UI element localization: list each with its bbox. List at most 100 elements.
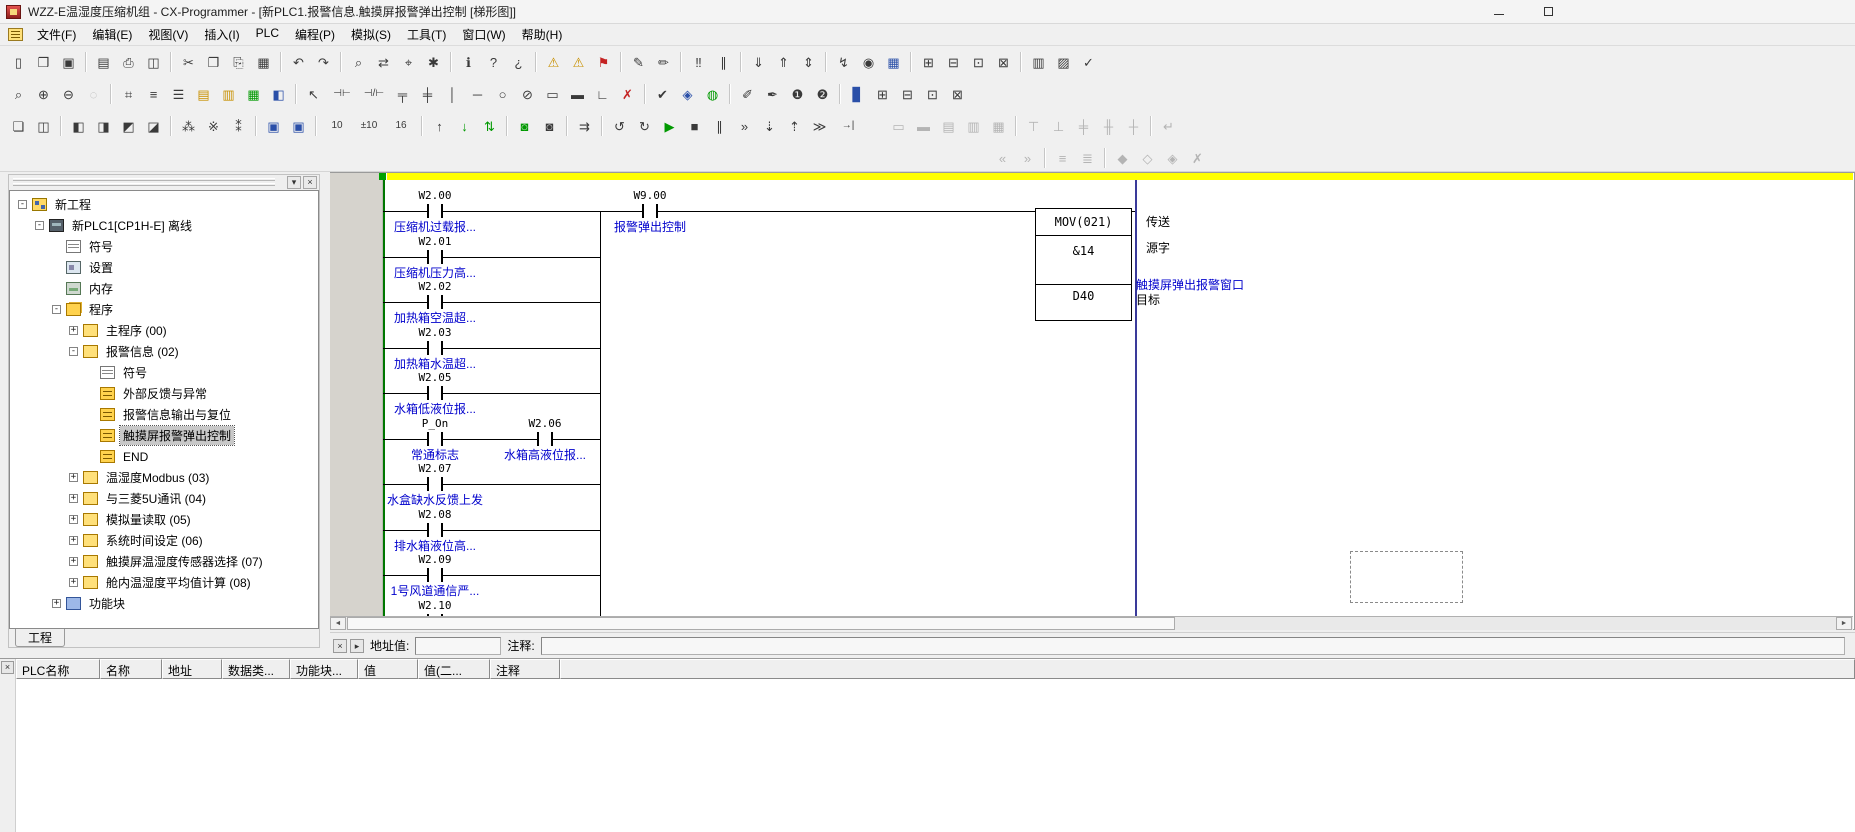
toggle-rung-annotations-button[interactable]: ☰ [166, 82, 191, 106]
contact-comment[interactable]: 水箱低液位报... [360, 400, 510, 417]
vertical-line-button[interactable]: │ [440, 82, 465, 106]
undo-button[interactable]: ↶ [286, 50, 311, 74]
paste-button[interactable]: ⎘ [226, 50, 251, 74]
help-topics-button[interactable]: ? [481, 50, 506, 74]
scroll-right-button[interactable]: ► [1836, 617, 1852, 630]
tree-item[interactable]: 触摸屏报警弹出控制 [10, 425, 318, 446]
tree-item[interactable]: +系统时间设定 (06) [10, 530, 318, 551]
program-check-button[interactable]: ✔ [650, 82, 675, 106]
edit-symbols-button[interactable]: ✒ [760, 82, 785, 106]
zoom-button[interactable]: ⌕ [6, 82, 31, 106]
horizontal-line-button[interactable]: ─ [465, 82, 490, 106]
maximize-button[interactable] [1532, 1, 1564, 23]
watch-column-header[interactable]: 地址 [162, 659, 222, 679]
show-project-tree-button[interactable]: ◧ [66, 114, 91, 138]
page-setup-button[interactable]: ▤ [91, 50, 116, 74]
insert-row-button[interactable]: ▤ [936, 114, 961, 138]
zoom-fit-button[interactable]: ◌ [81, 82, 106, 106]
print-button[interactable]: ⎙ [116, 50, 141, 74]
zoom-out-button[interactable]: ⊖ [56, 82, 81, 106]
menu-item[interactable]: 视图(V) [140, 24, 196, 45]
expand-icon[interactable]: + [69, 578, 78, 587]
zoom-in-button[interactable]: ⊕ [31, 82, 56, 106]
remove-bends-button[interactable]: ✗ [1185, 146, 1210, 170]
expand-icon[interactable]: + [69, 326, 78, 335]
online-edit-send-button[interactable]: ◍ [700, 82, 725, 106]
tree-item[interactable]: +舱内温湿度平均值计算 (08) [10, 572, 318, 593]
sim-step-button[interactable]: » [732, 114, 757, 138]
collapse-icon[interactable]: - [35, 221, 44, 230]
contact-address[interactable]: W9.00 [590, 189, 710, 202]
display-signed-decimal-button[interactable]: ±10 [353, 114, 385, 138]
window-view-button[interactable]: ◧ [266, 82, 291, 106]
outdent-rung-button[interactable]: » [1015, 146, 1040, 170]
watch-window-grip[interactable]: × [0, 659, 16, 832]
new-coil-button[interactable]: ○ [490, 82, 515, 106]
expand-icon[interactable]: + [69, 515, 78, 524]
contact-address[interactable]: W2.10 [375, 599, 495, 612]
menu-item[interactable]: 插入(I) [196, 24, 247, 45]
watch-grid-4-button[interactable]: ⊠ [945, 82, 970, 106]
watch-grid-2-button[interactable]: ⊟ [895, 82, 920, 106]
show-address-ref-button[interactable]: ◪ [141, 114, 166, 138]
rung-cursor-bar[interactable] [387, 173, 1853, 180]
clear-warnings-button[interactable]: ⚠ [566, 50, 591, 74]
new-instruction-button[interactable]: ▭ [540, 82, 565, 106]
show-watch-button[interactable]: ◩ [116, 114, 141, 138]
force-cancel-button[interactable]: ⇅ [477, 114, 502, 138]
tree-item[interactable]: 设置 [10, 257, 318, 278]
ladder-horizontal-scrollbar[interactable]: ◄ ► [330, 616, 1853, 630]
redo-button[interactable]: ↷ [311, 50, 336, 74]
delete-tool-button[interactable]: ✗ [615, 82, 640, 106]
contact-comment[interactable]: 压缩机压力高... [360, 264, 510, 281]
cut-button[interactable]: ✂ [176, 50, 201, 74]
new-or-closed-contact-button[interactable]: ╪ [415, 82, 440, 106]
show-warnings-button[interactable]: ⚠ [541, 50, 566, 74]
copy-button[interactable]: ❐ [201, 50, 226, 74]
new-closed-coil-button[interactable]: ⊘ [515, 82, 540, 106]
pointer-mode-button[interactable]: ◆ [1110, 146, 1135, 170]
align-instructions-button[interactable]: ≣ [1075, 146, 1100, 170]
scroll-left-button[interactable]: ◄ [330, 617, 346, 630]
new-or-contact-button[interactable]: ╤ [390, 82, 415, 106]
open-button[interactable]: ❒ [31, 50, 56, 74]
sim-step-out-button[interactable]: ⇡ [782, 114, 807, 138]
tree-item[interactable]: +功能块 [10, 593, 318, 614]
tree-item[interactable]: END [10, 446, 318, 467]
instruction-block[interactable]: MOV(021) &14 D40 [1035, 208, 1132, 321]
collapse-icon[interactable]: - [18, 200, 27, 209]
insert-rung-button[interactable]: ▭ [886, 114, 911, 138]
panel-grip[interactable]: ▾ × [9, 175, 319, 190]
bend-mode-2-button[interactable]: ◈ [1160, 146, 1185, 170]
tree-item[interactable]: 内存 [10, 278, 318, 299]
sim-run-to-cursor-button[interactable]: →| [832, 114, 864, 138]
watch-column-header[interactable]: 值 [358, 659, 418, 679]
contact-address[interactable]: W2.09 [375, 553, 495, 566]
sim-mode-button[interactable]: ↺ [607, 114, 632, 138]
ladder-canvas[interactable]: MOV(021) &14 D40 传送 源字 触摸屏弹出报警窗口 目标 W2.0… [330, 173, 1853, 616]
find-next-button[interactable]: ⌖ [396, 50, 421, 74]
watch-column-header[interactable]: 值(二... [418, 659, 490, 679]
output-window-button[interactable]: ⊠ [991, 50, 1016, 74]
paste-special-button[interactable]: ▦ [251, 50, 276, 74]
contact-address[interactable]: P_On [375, 417, 495, 430]
find-button[interactable]: ⌕ [346, 50, 371, 74]
expand-icon[interactable]: + [69, 536, 78, 545]
contact-comment[interactable]: 报警弹出控制 [575, 218, 725, 235]
sim-run-button[interactable]: ▶ [657, 114, 682, 138]
toggle-comments-button[interactable]: ≡ [141, 82, 166, 106]
new-closed-instruction-button[interactable]: ▬ [565, 82, 590, 106]
rung-properties-button[interactable]: ✏ [651, 50, 676, 74]
bend-mode-1-button[interactable]: ◇ [1135, 146, 1160, 170]
tree-item[interactable]: +触摸屏温湿度传感器选择 (07) [10, 551, 318, 572]
delete-rung-button[interactable]: ▬ [911, 114, 936, 138]
tree-item[interactable]: 符号 [10, 362, 318, 383]
select-tool-button[interactable]: ↖ [301, 82, 326, 106]
tree-item[interactable]: +模拟量读取 (05) [10, 509, 318, 530]
monitor-data-1-button[interactable]: ❶ [785, 82, 810, 106]
align-bottom-button[interactable]: ⊥ [1046, 114, 1071, 138]
sim-step-into-button[interactable]: ⇣ [757, 114, 782, 138]
usage-list-button[interactable]: ※ [201, 114, 226, 138]
grid-button[interactable]: ⌗ [116, 82, 141, 106]
instruction-source-operand[interactable]: &14 [1036, 242, 1131, 260]
